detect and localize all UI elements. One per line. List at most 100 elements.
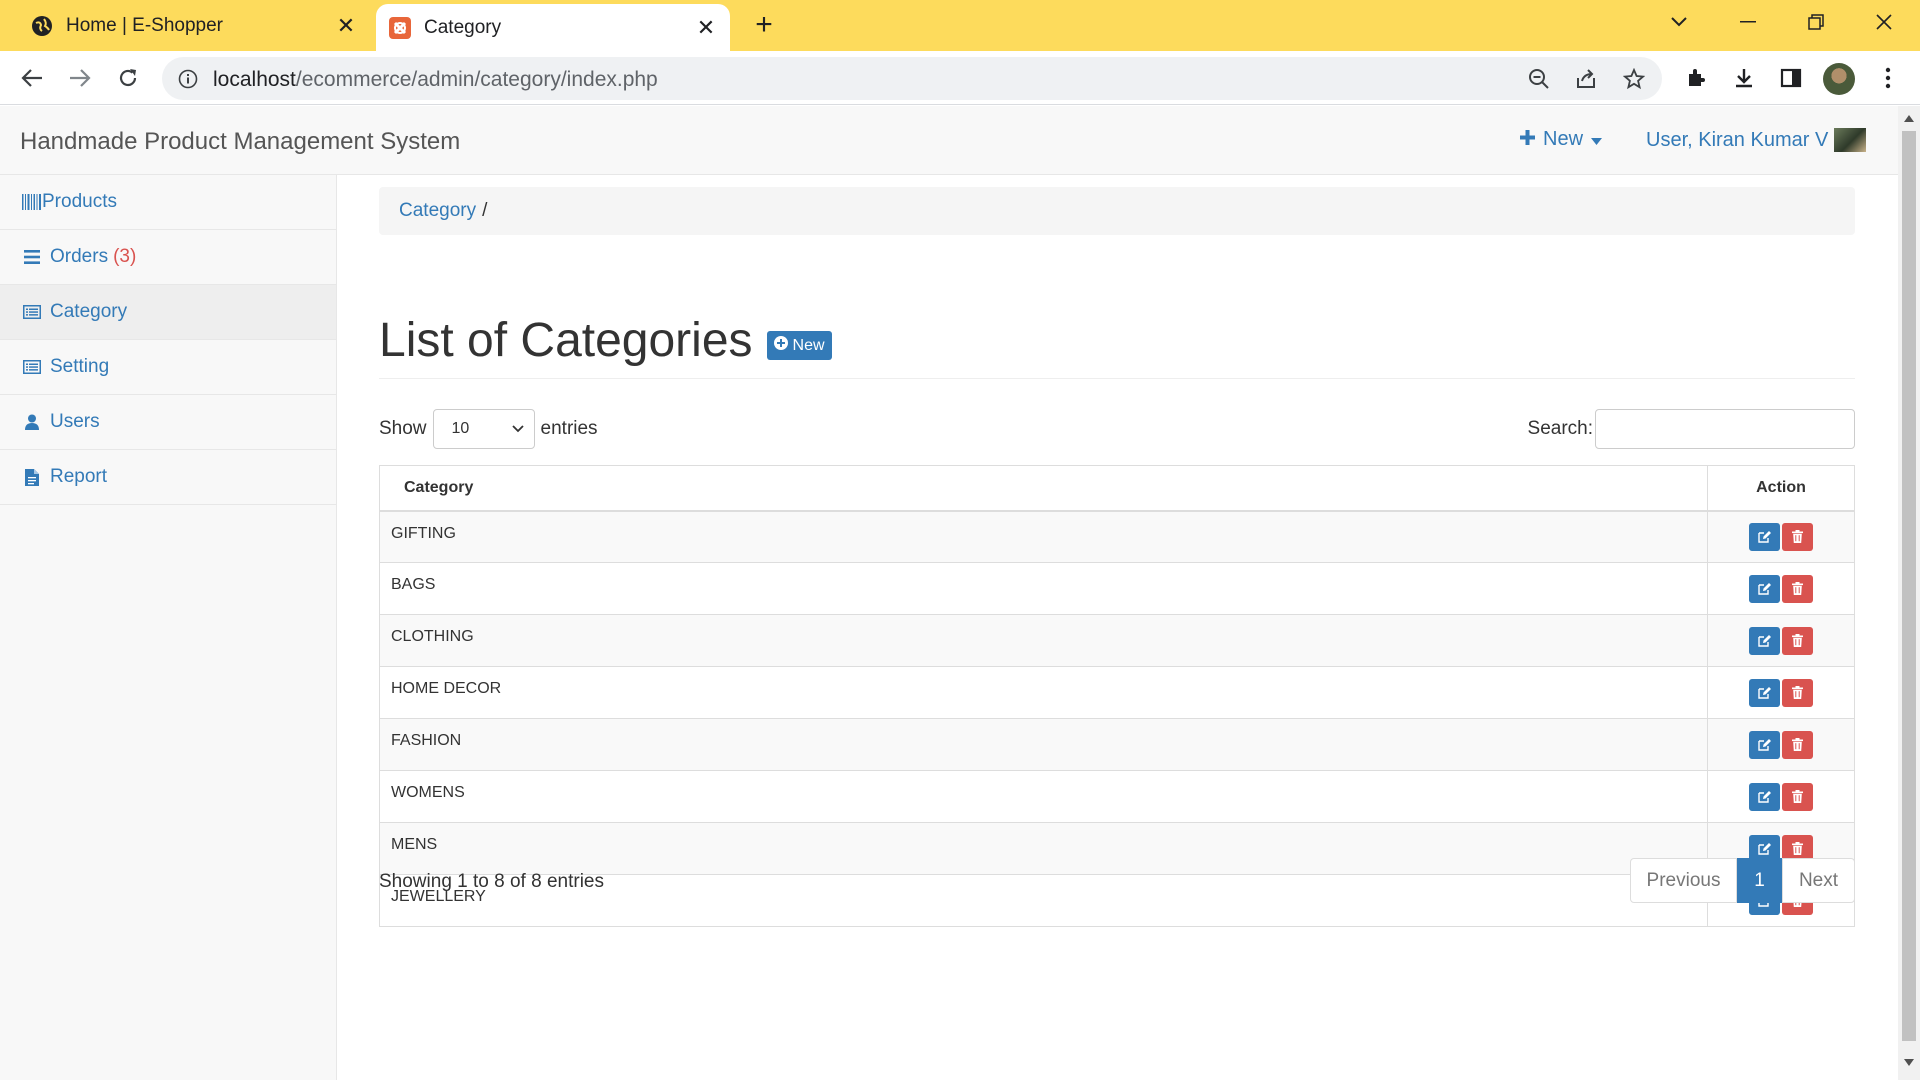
sidebar-item-orders[interactable]: Orders (3) [0, 230, 336, 285]
sidebar-item-label: Products [42, 191, 117, 212]
category-cell: HOME DECOR [379, 666, 1708, 719]
app-brand[interactable]: Handmade Product Management System [20, 128, 460, 156]
breadcrumb-item-category[interactable]: Category [399, 200, 476, 222]
profile-avatar[interactable] [1823, 63, 1855, 95]
delete-button[interactable] [1782, 782, 1813, 811]
sidebar-item-products[interactable]: Products [0, 175, 336, 230]
zoom-icon[interactable] [1526, 66, 1552, 92]
url-path: /ecommerce/admin/category/index.php [295, 68, 658, 91]
page-title: List of Categories [379, 314, 753, 367]
list-alt-icon [22, 302, 42, 322]
sidebar-item-label: Setting [50, 356, 110, 377]
pagination-next[interactable]: Next [1782, 858, 1855, 903]
file-icon [22, 467, 42, 487]
menu-dots-icon[interactable] [1872, 62, 1904, 94]
pagination-page-1[interactable]: 1 [1737, 858, 1782, 903]
delete-button[interactable] [1782, 626, 1813, 655]
action-cell [1707, 666, 1855, 719]
trash-icon [1792, 686, 1803, 699]
edit-button[interactable] [1749, 626, 1780, 655]
nav-user-label: User, Kiran Kumar V [1646, 128, 1829, 151]
tab-category[interactable]: Category ✕ [376, 4, 730, 51]
edit-icon [1757, 531, 1771, 543]
sidebar-item-label: Users [50, 411, 100, 432]
new-button-label: New [792, 336, 825, 354]
forward-arrow-icon[interactable] [62, 60, 98, 96]
scroll-up-arrow-icon[interactable] [1903, 112, 1915, 124]
table-row: CLOTHING [379, 614, 1855, 667]
nav-user-dropdown[interactable]: User, Kiran Kumar V [1646, 128, 1867, 152]
new-tab-icon[interactable]: + [748, 8, 780, 41]
table-controls: Show 10 entries Search: [379, 409, 1855, 449]
restore-icon[interactable] [1788, 0, 1844, 44]
column-header-action: Action [1707, 465, 1855, 512]
barcode-icon [22, 192, 42, 212]
sidebar-item-category[interactable]: Category [0, 285, 336, 340]
trash-icon [1792, 530, 1803, 544]
entries-select[interactable]: 10 [432, 409, 535, 449]
download-icon[interactable] [1728, 62, 1760, 94]
side-panel-icon[interactable] [1775, 62, 1807, 94]
back-arrow-icon[interactable] [14, 60, 50, 96]
share-icon[interactable] [1573, 66, 1599, 92]
tab-home[interactable]: Home | E-Shopper ✕ [0, 0, 370, 51]
edit-icon [1757, 843, 1771, 855]
entries-value: 10 [451, 420, 470, 437]
table-header-row: Category Action [379, 465, 1855, 512]
browser-tab-strip: Home | E-Shopper ✕ Category ✕ + [0, 0, 1920, 51]
delete-button[interactable] [1782, 730, 1813, 759]
sidebar-item-label: Report [50, 466, 108, 487]
star-icon[interactable] [1621, 66, 1647, 92]
sidebar-item-setting[interactable]: Setting [0, 340, 336, 395]
show-label: Show [379, 418, 427, 439]
tab-title: Category [424, 16, 502, 38]
action-cell [1707, 510, 1855, 563]
category-cell: CLOTHING [379, 614, 1708, 667]
sidebar-item-label: Orders [50, 246, 109, 267]
column-header-category[interactable]: Category [379, 465, 1708, 512]
globe-icon [30, 14, 54, 38]
close-icon[interactable]: ✕ [692, 14, 720, 42]
delete-button[interactable] [1782, 678, 1813, 707]
delete-button[interactable] [1782, 574, 1813, 603]
search-input[interactable] [1595, 409, 1855, 449]
plus-circle-icon [773, 336, 788, 355]
pagination: Previous 1 Next [1630, 858, 1855, 903]
edit-icon [1757, 687, 1771, 699]
address-bar[interactable]: localhost/ecommerce/admin/category/index… [162, 57, 1662, 100]
edit-button[interactable] [1749, 678, 1780, 707]
sidebar-item-users[interactable]: Users [0, 395, 336, 450]
extensions-icon[interactable] [1680, 62, 1712, 94]
edit-button[interactable] [1749, 522, 1780, 551]
nav-new-dropdown[interactable]: New [1520, 128, 1603, 151]
minimize-icon[interactable] [1720, 0, 1776, 44]
table-row: BAGS [379, 562, 1855, 615]
category-cell: MENS [379, 822, 1708, 875]
scroll-down-arrow-icon[interactable] [1903, 1056, 1915, 1068]
reload-icon[interactable] [110, 60, 146, 96]
tab-title: Home | E-Shopper [66, 14, 224, 36]
info-icon[interactable] [176, 67, 200, 91]
edit-button[interactable] [1749, 574, 1780, 603]
sidebar-item-report[interactable]: Report [0, 450, 336, 505]
action-cell [1707, 770, 1855, 823]
page-scrollbar[interactable] [1898, 106, 1920, 1080]
trash-icon [1792, 790, 1803, 803]
edit-button[interactable] [1749, 782, 1780, 811]
category-cell: WOMENS [379, 770, 1708, 823]
main-content: Category / List of Categories New Show 1… [379, 187, 1855, 927]
category-cell: FASHION [379, 718, 1708, 771]
trash-icon [1792, 582, 1803, 595]
close-icon[interactable]: ✕ [332, 12, 360, 40]
trash-icon [1792, 738, 1803, 751]
tab-search-chevron-icon[interactable] [1651, 0, 1707, 44]
action-cell [1707, 718, 1855, 771]
new-category-button[interactable]: New [766, 331, 832, 360]
url-host: localhost [213, 68, 296, 91]
delete-button[interactable] [1782, 522, 1813, 551]
pagination-previous[interactable]: Previous [1630, 858, 1737, 903]
scrollbar-thumb[interactable] [1902, 131, 1916, 1041]
action-cell [1707, 562, 1855, 615]
edit-button[interactable] [1749, 730, 1780, 759]
window-close-icon[interactable] [1856, 0, 1912, 44]
